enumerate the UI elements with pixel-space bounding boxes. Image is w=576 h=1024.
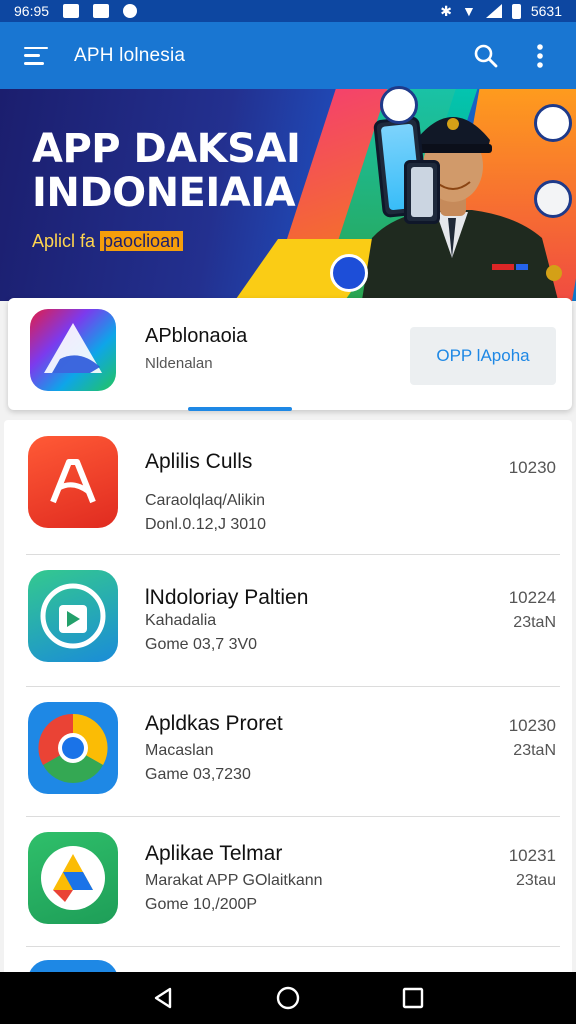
- app-bar: APH lolnesia: [0, 22, 576, 89]
- list-item[interactable]: Apldkas Proret Macaslan Game 03,7230 102…: [4, 692, 572, 822]
- app-category: Caraolqlaq/Alikin: [145, 492, 266, 509]
- app-name: Aplikae Telmar: [145, 842, 283, 865]
- app-name: Apldkas Proret: [145, 712, 283, 735]
- app-meta: Game 03,7230: [145, 766, 251, 783]
- battery-icon: [511, 3, 521, 19]
- app-size: 23tau: [515, 872, 556, 889]
- app-category: Macaslan: [145, 742, 214, 759]
- system-nav-bar: [0, 972, 576, 1024]
- app-meta: Donl.0.12,J 3010: [145, 516, 266, 533]
- list-item[interactable]: Aplilis Culls Caraolqlaq/Alikin Donl.0.1…: [4, 430, 572, 560]
- app-list: Aplilis Culls Caraolqlaq/Alikin Donl.0.1…: [4, 420, 572, 972]
- divider: [26, 686, 560, 687]
- back-icon[interactable]: [143, 978, 183, 1018]
- chrome-icon: [28, 702, 118, 794]
- badge-icon: [534, 104, 572, 142]
- featured-app-subtitle: Nldenalan: [145, 355, 213, 372]
- status-clock: 5631: [530, 3, 562, 19]
- wifi-icon: ▼: [461, 3, 476, 19]
- divider: [26, 946, 560, 947]
- app-meta: Gome 03,7 3V0: [145, 636, 258, 653]
- phone-illustration: [404, 160, 440, 224]
- app-name: lNdoloriay Paltien: [145, 586, 309, 609]
- search-icon[interactable]: [470, 40, 502, 72]
- hero-title: APP DAKSAI INDONEIAIA: [32, 126, 301, 216]
- divider: [26, 816, 560, 817]
- recents-icon[interactable]: [393, 978, 433, 1018]
- app-title: APH lolnesia: [74, 44, 186, 66]
- tab-indicator: [188, 407, 292, 411]
- app-icon-partial: [28, 960, 118, 972]
- notification-icon: [63, 4, 80, 18]
- status-time: 96:95: [14, 3, 50, 19]
- featured-app-icon: [30, 309, 116, 391]
- shield-icon: [93, 4, 110, 18]
- app-name: Aplilis Culls: [145, 450, 253, 473]
- app-time: 10230: [508, 458, 556, 477]
- signal-icon: [485, 4, 502, 18]
- menu-icon[interactable]: [24, 46, 48, 65]
- app-category: Marakat APP GOlaitkann: [145, 872, 323, 889]
- phone-screen: 96:95 ✱ ▼ 5631 APH lolnesia APP DAKSAI I…: [0, 0, 576, 1024]
- list-item[interactable]: lNdoloriay Paltien Kahadalia Gome 03,7 3…: [4, 560, 572, 690]
- more-vert-icon[interactable]: [524, 40, 556, 72]
- divider: [26, 554, 560, 555]
- record-icon: [123, 4, 138, 18]
- app-time: 10231: [508, 846, 556, 865]
- open-app-button[interactable]: OPP lApoha: [410, 327, 556, 385]
- hero-subtitle: Aplicl fa paoclioan: [32, 231, 184, 252]
- app-size: 23taN: [513, 742, 556, 759]
- badge-icon: [330, 254, 368, 292]
- adobe-acrobat-icon: [28, 436, 118, 528]
- app-time: 10230: [508, 716, 556, 735]
- app-category: Kahadalia: [145, 612, 217, 629]
- app-meta: Gome 10,/200P: [145, 896, 258, 913]
- badge-icon: [534, 180, 572, 218]
- list-item[interactable]: Aplikae Telmar Marakat APP GOlaitkann Go…: [4, 822, 572, 952]
- home-icon[interactable]: [268, 978, 308, 1018]
- badge-icon: [380, 86, 418, 124]
- app-size: 23taN: [513, 614, 556, 631]
- drive-icon: [28, 832, 118, 924]
- play-store-icon: [28, 570, 118, 662]
- featured-app-name: APblonaoia: [145, 325, 248, 347]
- status-bar: 96:95 ✱ ▼ 5631: [0, 0, 576, 22]
- featured-app-card[interactable]: APblonaoia Nldenalan OPP lApoha: [8, 298, 572, 410]
- bluetooth-icon: ✱: [440, 2, 452, 19]
- app-time: 10224: [508, 588, 556, 607]
